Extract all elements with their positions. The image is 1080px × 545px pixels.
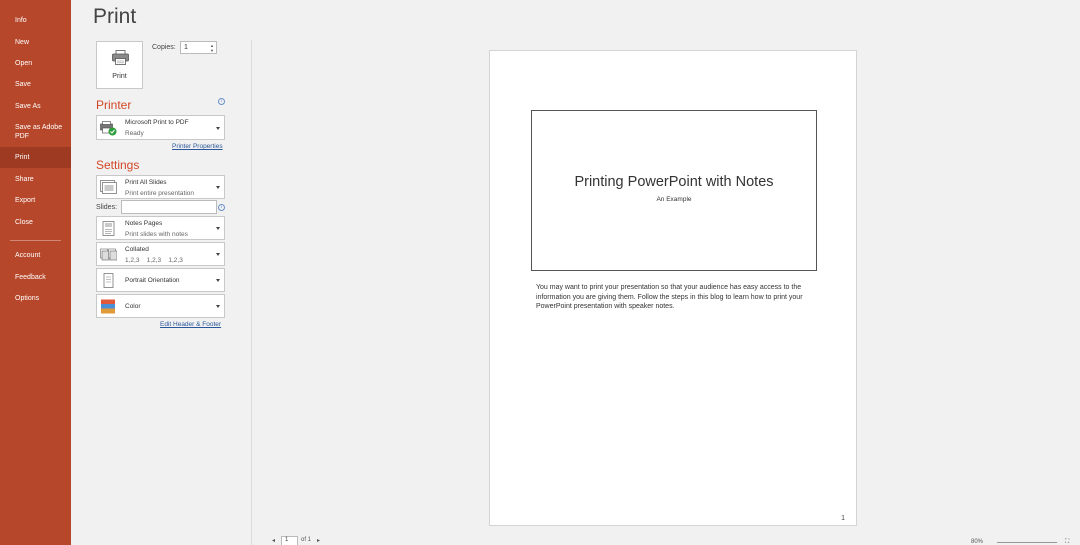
layout-dropdown[interactable]: Notes Pages Print slides with notes	[96, 216, 225, 240]
collation-dropdown[interactable]: Collated 1,2,3 1,2,3 1,2,3	[96, 242, 225, 266]
notes-page-icon	[102, 221, 115, 236]
fit-to-window-icon[interactable]: ⛶	[1065, 539, 1069, 545]
page-number-input[interactable]: 1	[281, 536, 298, 545]
orientation-title: Portrait Orientation	[125, 277, 180, 284]
print-preview-page: Printing PowerPoint with Notes An Exampl…	[489, 50, 857, 526]
settings-heading: Settings	[96, 158, 140, 172]
backstage-sidebar: Info New Open Save Save As Save as Adobe…	[0, 0, 71, 545]
prev-page-button[interactable]: ◂	[272, 537, 275, 544]
nav-share[interactable]: Share	[0, 175, 71, 184]
page-title: Print	[93, 5, 137, 28]
nav-new[interactable]: New	[0, 38, 71, 47]
slides-input[interactable]	[121, 200, 217, 214]
printer-status: Ready	[125, 130, 144, 137]
slide-title: Printing PowerPoint with Notes	[574, 174, 774, 190]
zoom-slider[interactable]	[997, 542, 1057, 543]
collation-subtitle: 1,2,3 1,2,3 1,2,3	[125, 257, 183, 264]
color-swatch-icon	[101, 299, 115, 314]
nav-open[interactable]: Open	[0, 59, 71, 68]
nav-options[interactable]: Options	[0, 294, 71, 303]
nav-feedback[interactable]: Feedback	[0, 273, 71, 282]
nav-print[interactable]: Print	[0, 147, 71, 168]
slides-range-title: Print All Slides	[125, 179, 167, 186]
chevron-down-icon	[216, 279, 220, 282]
color-title: Color	[125, 303, 141, 310]
zoom-level[interactable]: 80%	[971, 539, 983, 545]
layout-title: Notes Pages	[125, 220, 163, 227]
nav-close[interactable]: Close	[0, 218, 71, 227]
info-icon[interactable]: i	[218, 204, 225, 211]
next-page-button[interactable]: ▸	[317, 537, 320, 544]
page-number: 1	[841, 515, 845, 522]
spin-arrows-icon[interactable]: ▲ ▼	[210, 43, 214, 53]
chevron-down-icon	[216, 227, 220, 230]
portrait-page-icon	[103, 273, 114, 288]
info-icon[interactable]: i	[218, 98, 225, 105]
edit-header-footer-link[interactable]: Edit Header & Footer	[160, 321, 221, 328]
orientation-dropdown[interactable]: Portrait Orientation	[96, 268, 225, 292]
printer-properties-link[interactable]: Printer Properties	[172, 143, 223, 150]
page-total: of 1	[301, 537, 312, 543]
print-button[interactable]: Print	[96, 41, 143, 89]
nav-separator	[10, 240, 61, 241]
nav-save-as-adobe-pdf[interactable]: Save as Adobe PDF	[0, 123, 71, 141]
nav-info[interactable]: Info	[0, 16, 71, 25]
panel-divider	[251, 40, 252, 545]
chevron-down-icon	[216, 186, 220, 189]
collation-title: Collated	[125, 246, 149, 253]
chevron-down-icon	[216, 127, 220, 130]
nav-export[interactable]: Export	[0, 196, 71, 205]
pdf-printer-icon	[100, 121, 117, 136]
chevron-down-icon	[216, 253, 220, 256]
print-button-label: Print	[112, 73, 127, 80]
printer-name: Microsoft Print to PDF	[125, 119, 189, 126]
slides-range-subtitle: Print entire presentation	[125, 190, 195, 197]
slide-subtitle: An Example	[656, 196, 692, 203]
slides-stack-icon	[100, 180, 117, 194]
slide-thumbnail: Printing PowerPoint with Notes An Exampl…	[531, 110, 817, 271]
printer-dropdown[interactable]: Microsoft Print to PDF Ready	[96, 115, 225, 140]
nav-save[interactable]: Save	[0, 80, 71, 89]
copies-value: 1	[184, 44, 188, 51]
printer-icon	[112, 50, 129, 65]
color-dropdown[interactable]: Color	[96, 294, 225, 318]
copies-stepper[interactable]: 1 ▲ ▼	[180, 41, 217, 54]
collated-icon	[100, 248, 117, 261]
slides-label: Slides:	[96, 204, 118, 211]
nav-account[interactable]: Account	[0, 251, 71, 260]
copies-label: Copies:	[152, 44, 176, 51]
speaker-notes: You may want to print your presentation …	[536, 284, 803, 310]
chevron-down-icon	[216, 305, 220, 308]
slides-range-dropdown[interactable]: Print All Slides Print entire presentati…	[96, 175, 225, 199]
nav-save-as[interactable]: Save As	[0, 102, 71, 111]
layout-subtitle: Print slides with notes	[125, 231, 188, 238]
printer-heading: Printer	[96, 98, 132, 112]
